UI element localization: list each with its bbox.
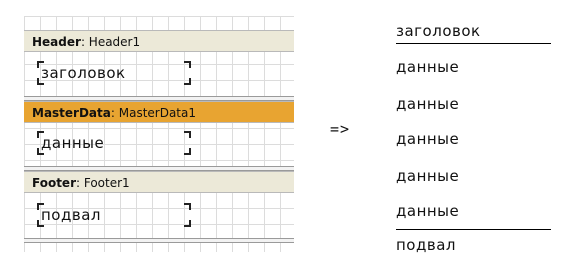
masterdata-band-name: MasterData1 <box>118 106 197 120</box>
footer-band-title[interactable]: Footer: Footer1 <box>24 171 294 193</box>
report-designer-canvas: Header: Header1 заголовок MasterData: Ma… <box>24 16 294 252</box>
corner-marker <box>184 148 191 155</box>
preview-row: данные <box>396 95 460 113</box>
header-band-type: Header <box>32 35 81 49</box>
result-arrow: => <box>330 120 351 138</box>
footer-textbox-text: подвал <box>41 206 101 224</box>
preview-title-rule <box>396 43 551 44</box>
corner-marker <box>184 220 191 227</box>
header-band-name: Header1 <box>88 35 141 49</box>
footer-textbox[interactable]: подвал <box>37 203 191 227</box>
preview-footer: подвал <box>396 236 456 254</box>
masterdata-textbox[interactable]: данные <box>37 131 191 155</box>
header-textbox[interactable]: заголовок <box>37 61 191 85</box>
header-textbox-text: заголовок <box>41 64 126 82</box>
preview-title: заголовок <box>396 22 481 40</box>
masterdata-textbox-text: данные <box>41 134 105 152</box>
masterdata-band-title[interactable]: MasterData: MasterData1 <box>24 101 294 123</box>
footer-band-name: Footer1 <box>83 176 130 190</box>
corner-marker <box>37 131 44 138</box>
preview-footer-rule <box>396 229 551 230</box>
preview-row: данные <box>396 202 460 220</box>
corner-marker <box>37 220 44 227</box>
corner-marker <box>37 61 44 68</box>
corner-marker <box>184 131 191 138</box>
preview-row: данные <box>396 130 460 148</box>
corner-marker <box>184 78 191 85</box>
footer-band-type: Footer <box>32 176 76 190</box>
masterdata-band-type: MasterData <box>32 106 111 120</box>
preview-row: данные <box>396 58 460 76</box>
corner-marker <box>184 203 191 210</box>
header-band-title[interactable]: Header: Header1 <box>24 30 294 52</box>
band-separator <box>24 238 294 243</box>
corner-marker <box>37 203 44 210</box>
corner-marker <box>37 148 44 155</box>
corner-marker <box>184 61 191 68</box>
preview-row: данные <box>396 167 460 185</box>
corner-marker <box>37 78 44 85</box>
